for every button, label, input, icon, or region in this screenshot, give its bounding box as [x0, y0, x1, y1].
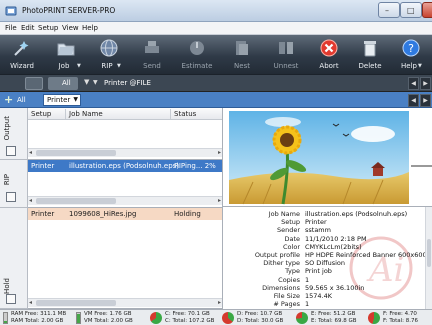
- disk-pie-icon: [222, 312, 234, 324]
- filter-bar: + All Printer ▼ ◀ ▶: [0, 92, 432, 108]
- filter-scroll-left[interactable]: ◀: [408, 94, 419, 107]
- window-title: PhotoPRINT SERVER-PRO: [22, 6, 116, 15]
- chevron-down-icon[interactable]: ▼: [84, 78, 89, 86]
- free-space-label: C: Free: 70.1 GB: [165, 311, 210, 317]
- help-icon: ?: [402, 39, 420, 57]
- free-space-label: D: Free: 10.7 GB: [237, 311, 283, 317]
- job-preview: [222, 108, 432, 207]
- detail-key: # Pages: [273, 300, 300, 309]
- details-vscrollbar[interactable]: [425, 207, 432, 309]
- output-column-header: Setup Job Name Status: [28, 108, 222, 120]
- chevron-down-icon: ▼: [117, 63, 121, 69]
- add-icon[interactable]: +: [4, 93, 13, 106]
- menu-bar: File Edit Setup View Help: [0, 22, 432, 35]
- status-bar: RAM Free: 311.1 MB RAM Total: 2.00 GB VM F…: [0, 309, 432, 325]
- chevron-down-icon: ▼: [73, 96, 78, 103]
- scroll-left-button[interactable]: ◀: [408, 77, 419, 90]
- memory-bar-icon: [76, 312, 81, 324]
- detail-row: # Pages 1: [223, 299, 428, 308]
- title-bar: PhotoPRINT SERVER-PRO – □: [0, 0, 432, 22]
- rip-queue: Printer illustration.eps (Podsolnuh.eps)…: [28, 160, 222, 208]
- table-row[interactable]: Printer 1099608_HiRes.jpg Holding: [28, 208, 222, 220]
- hold-hscrollbar[interactable]: ◂ ▸: [28, 298, 222, 307]
- detail-value: 1: [305, 300, 310, 309]
- close-button[interactable]: [422, 2, 432, 18]
- menu-setup[interactable]: Setup: [38, 24, 58, 32]
- total-space-label: E: Total: 69.8 GB: [311, 318, 357, 324]
- help-button[interactable]: ? Help ▼: [390, 35, 432, 75]
- disk-pie-icon: [150, 312, 162, 324]
- rip-hscrollbar[interactable]: ◂ ▸: [28, 196, 222, 205]
- hold-icon: [6, 294, 16, 304]
- delete-button[interactable]: Delete: [350, 35, 390, 75]
- memory-bar-icon: [3, 312, 8, 324]
- disk-pie-icon: [368, 312, 380, 324]
- printer-status-icon: ▼: [93, 79, 98, 86]
- app-window: PhotoPRINT SERVER-PRO – □ File Edit Setu…: [0, 0, 432, 325]
- menu-file[interactable]: File: [5, 24, 17, 32]
- menu-view[interactable]: View: [62, 24, 79, 32]
- estimate-icon: [190, 41, 204, 55]
- total-space-label: VM Total: 2.00 GB: [84, 318, 133, 324]
- maximize-button[interactable]: □: [400, 2, 422, 18]
- abort-icon: [320, 39, 338, 57]
- output-tab[interactable]: Output: [0, 108, 28, 160]
- main-toolbar: Wizard Job ▼ RIP ▼ Send Estimate Nest Un…: [0, 35, 432, 75]
- menu-edit[interactable]: Edit: [21, 24, 35, 32]
- chevron-down-icon: ▼: [418, 63, 422, 69]
- free-space-label: RAM Free: 311.1 MB: [11, 311, 67, 317]
- rip-icon: [6, 192, 16, 202]
- total-space-label: F: Total: 8.76: [383, 318, 419, 324]
- unnest-icon: [279, 42, 293, 54]
- printer-bar: All ▼ ▼ Printer @FILE ◀ ▶: [0, 75, 432, 92]
- job-button[interactable]: Job ▼: [44, 35, 88, 75]
- svg-text:?: ?: [408, 42, 414, 55]
- wizard-icon: [14, 41, 29, 56]
- hold-tab[interactable]: Hold: [0, 208, 28, 309]
- all-printers-tab[interactable]: All: [48, 77, 78, 90]
- nest-icon: [236, 41, 248, 55]
- job-details-panel: Ai Job Name illustration.eps (Podsolnuh.e…: [222, 207, 432, 309]
- filter-scroll-right[interactable]: ▶: [420, 94, 431, 107]
- column-setup[interactable]: Setup: [31, 110, 51, 118]
- chevron-down-icon: ▼: [77, 63, 81, 69]
- nest-button[interactable]: Nest: [220, 35, 264, 75]
- folder-icon: [57, 43, 75, 56]
- abort-button[interactable]: Abort: [308, 35, 350, 75]
- column-job-name[interactable]: Job Name: [69, 110, 103, 118]
- total-space-label: C: Total: 107.2 GB: [165, 318, 215, 324]
- app-icon: [5, 6, 17, 16]
- total-space-label: RAM Total: 2.00 GB: [11, 318, 64, 324]
- column-status[interactable]: Status: [174, 110, 196, 118]
- output-queue: Setup Job Name Status ◂ ▸: [28, 108, 222, 160]
- estimate-button[interactable]: Estimate: [174, 35, 220, 75]
- output-icon: [6, 146, 16, 156]
- total-space-label: D: Total: 30.0 GB: [237, 318, 284, 324]
- scroll-right-button[interactable]: ▶: [420, 77, 431, 90]
- menu-help[interactable]: Help: [82, 24, 98, 32]
- filter-all-label[interactable]: All: [17, 96, 26, 104]
- disk-pie-icon: [296, 312, 308, 324]
- printer-icon[interactable]: [25, 77, 43, 90]
- preview-image: [229, 111, 432, 205]
- rip-button[interactable]: RIP ▼: [88, 35, 130, 75]
- send-icon: [145, 41, 159, 53]
- active-printer-label[interactable]: Printer @FILE: [104, 79, 151, 87]
- unnest-button[interactable]: Unnest: [264, 35, 308, 75]
- printer-filter-select[interactable]: Printer ▼: [43, 94, 81, 106]
- globe-icon: [100, 39, 118, 57]
- free-space-label: F: Free: 4.70: [383, 311, 417, 317]
- hold-queue: Printer 1099608_HiRes.jpg Holding ◂ ▸: [28, 208, 222, 309]
- minimize-button[interactable]: –: [378, 2, 400, 18]
- output-hscrollbar[interactable]: ◂ ▸: [28, 148, 222, 157]
- free-space-label: VM Free: 1.76 GB: [84, 311, 132, 317]
- trash-icon: [364, 41, 376, 57]
- wizard-button[interactable]: Wizard: [0, 35, 44, 75]
- send-button[interactable]: Send: [130, 35, 174, 75]
- table-row[interactable]: Printer illustration.eps (Podsolnuh.eps)…: [28, 160, 222, 172]
- free-space-label: E: Free: 51.2 GB: [311, 311, 356, 317]
- rip-tab[interactable]: RIP: [0, 160, 28, 208]
